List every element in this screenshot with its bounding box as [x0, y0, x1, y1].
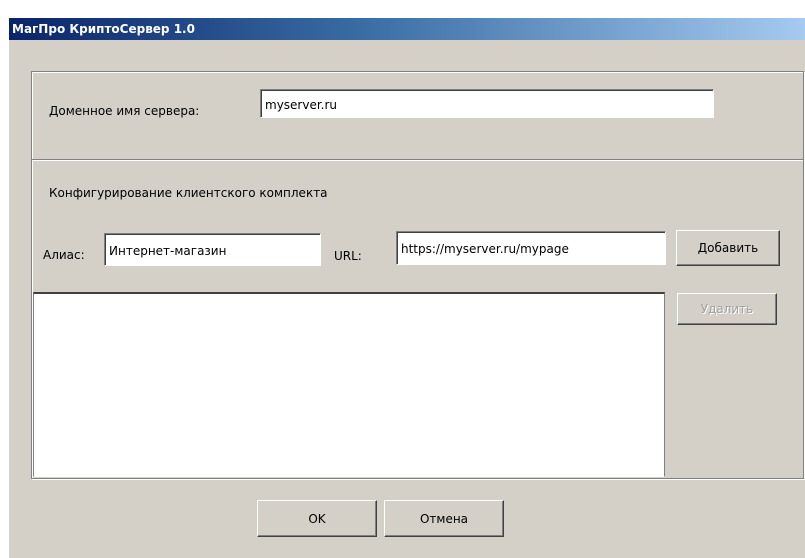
- delete-button[interactable]: Удалить: [677, 293, 777, 325]
- domain-label: Доменное имя сервера:: [49, 104, 200, 118]
- url-input[interactable]: [396, 231, 666, 265]
- alias-label: Алиас:: [43, 248, 85, 262]
- url-label: URL:: [334, 249, 362, 263]
- alias-input[interactable]: [104, 233, 321, 266]
- domain-input[interactable]: [260, 89, 714, 118]
- ok-button[interactable]: OK: [257, 500, 377, 537]
- alias-url-list[interactable]: [33, 292, 665, 477]
- window-title: МагПро КриптоСервер 1.0: [12, 22, 195, 36]
- cancel-button[interactable]: Отмена: [384, 500, 504, 537]
- dialog-window: МагПро КриптоСервер 1.0 Доменное имя сер…: [9, 18, 805, 558]
- title-bar[interactable]: МагПро КриптоСервер 1.0: [9, 18, 805, 40]
- add-button[interactable]: Добавить: [676, 230, 780, 266]
- client-config-title: Конфигурирование клиентского комплекта: [49, 186, 328, 200]
